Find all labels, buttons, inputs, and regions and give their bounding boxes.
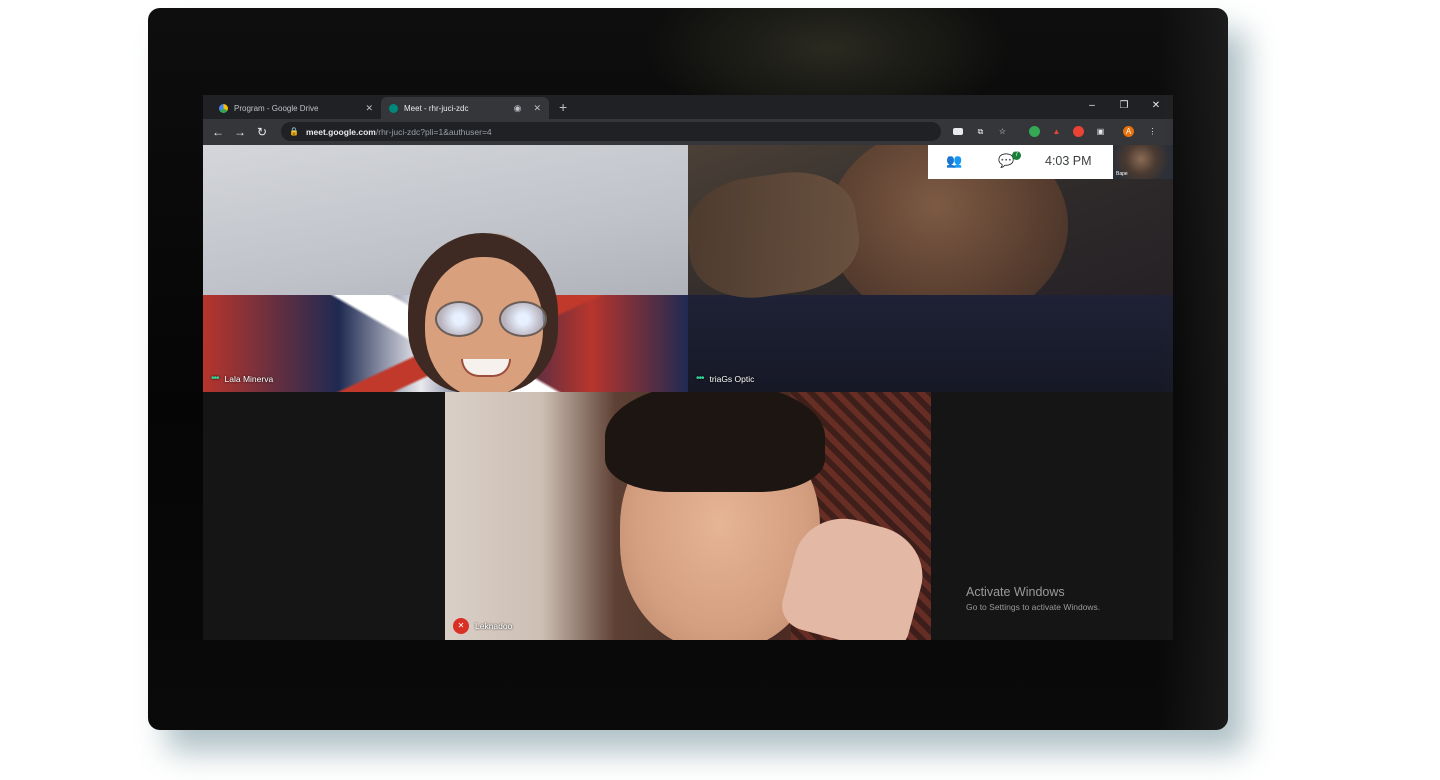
meet-icon <box>389 103 398 113</box>
tab-label: Program - Google Drive <box>234 103 319 113</box>
mic-off-icon: ✕ <box>453 618 469 634</box>
people-icon[interactable]: 👥 <box>946 154 962 168</box>
lock-icon: 🔒 <box>289 127 299 136</box>
chat-count-badge: 7 <box>1012 151 1021 160</box>
activate-windows-watermark: Activate Windows Go to Settings to activ… <box>966 585 1100 612</box>
tab-google-drive[interactable]: Program - Google Drive ✕ <box>211 97 381 119</box>
video-tile-leknadoo[interactable]: ✕ Leknadoo <box>445 392 931 640</box>
participant-name: Leknadoo <box>475 621 513 631</box>
video-tile-lala[interactable]: ••• Lala Minerva <box>203 145 688 392</box>
google-drive-icon <box>219 103 228 113</box>
participant-name: ••• triaGs Optic <box>696 373 755 385</box>
profile-avatar[interactable]: A <box>1123 126 1134 137</box>
star-icon[interactable]: ☆ <box>997 126 1008 137</box>
watermark-subtitle: Go to Settings to activate Windows. <box>966 602 1101 612</box>
self-view-label: Bape <box>1116 171 1128 177</box>
more-options-icon[interactable]: ••• <box>696 374 704 384</box>
forward-button[interactable]: → <box>231 123 249 141</box>
close-tab-icon[interactable]: ✕ <box>533 103 541 114</box>
watermark-title: Activate Windows <box>966 585 1065 599</box>
minimize-button[interactable]: – <box>1077 97 1107 115</box>
restore-button[interactable]: ❐ <box>1109 97 1139 115</box>
camera-icon[interactable] <box>953 128 963 135</box>
tab-meet[interactable]: Meet - rhr-juci-zdc ◉ ✕ <box>381 97 549 119</box>
back-button[interactable]: ← <box>209 123 227 141</box>
more-options-icon[interactable]: ••• <box>211 374 219 384</box>
browser-toolbar: ← → ↻ 🔒 meet.google.com /rhr-juci-zdc?pl… <box>203 119 1173 145</box>
tab-label: Meet - rhr-juci-zdc <box>404 103 469 113</box>
tab-strip: Program - Google Drive ✕ Meet - rhr-juci… <box>203 95 1173 119</box>
meeting-clock: 4:03 PM <box>1045 154 1092 168</box>
url-path: /rhr-juci-zdc?pli=1&authuser=4 <box>375 126 492 137</box>
self-view-thumbnail[interactable]: Bape <box>1113 145 1173 179</box>
adblock-icon[interactable] <box>1073 126 1084 137</box>
extension-box-icon[interactable]: ▣ <box>1095 126 1106 137</box>
meet-grid: ••• Lala Minerva ••• triaGs Optic ✕ Lekn… <box>203 145 1173 640</box>
url-host: meet.google.com <box>305 126 376 137</box>
translate-icon[interactable]: ⧉ <box>975 126 986 137</box>
menu-kebab-icon[interactable]: ⋮ <box>1147 126 1158 137</box>
close-tab-icon[interactable]: ✕ <box>365 103 373 114</box>
new-tab-button[interactable]: + <box>559 98 567 116</box>
extension-triangle-icon[interactable]: ▲ <box>1051 126 1062 137</box>
browser-window: Program - Google Drive ✕ Meet - rhr-juci… <box>203 95 1173 640</box>
participant-name: ••• Lala Minerva <box>211 373 274 385</box>
grammarly-icon[interactable] <box>1029 126 1040 137</box>
close-window-button[interactable]: ✕ <box>1141 97 1171 115</box>
address-bar[interactable]: 🔒 meet.google.com /rhr-juci-zdc?pli=1&au… <box>281 122 941 141</box>
reload-button[interactable]: ↻ <box>253 123 271 141</box>
meet-info-bar: 👥 💬 7 4:03 PM <box>928 145 1113 179</box>
screenshot-frame: Program - Google Drive ✕ Meet - rhr-juci… <box>148 8 1228 730</box>
video-tile-triags[interactable]: ••• triaGs Optic <box>688 145 1173 392</box>
recording-icon: ◉ <box>513 102 522 113</box>
